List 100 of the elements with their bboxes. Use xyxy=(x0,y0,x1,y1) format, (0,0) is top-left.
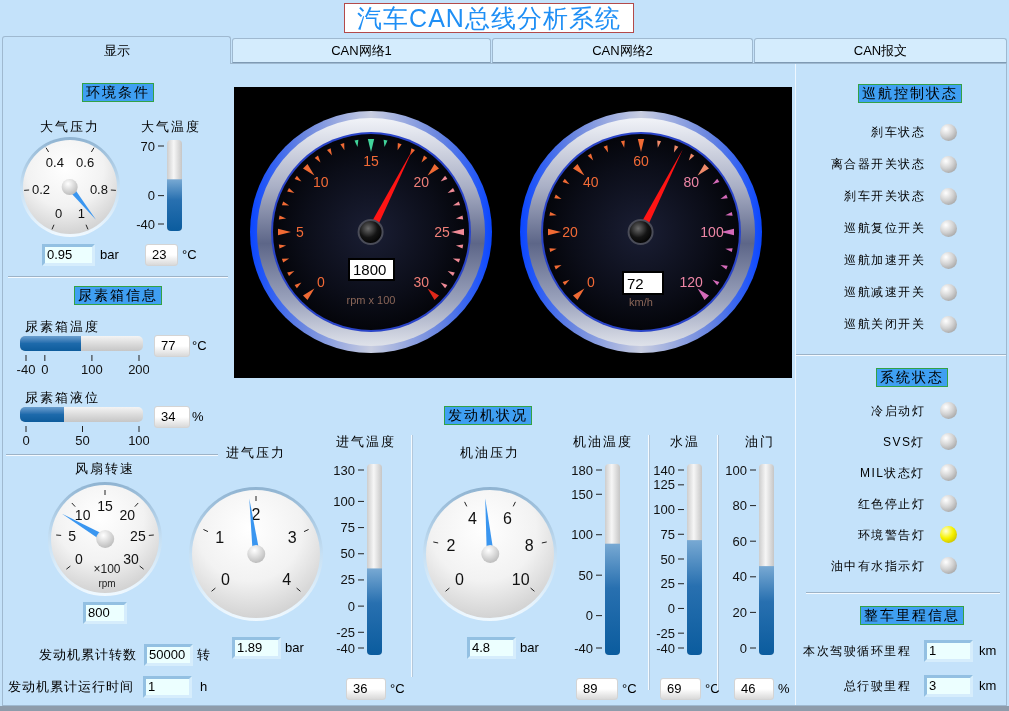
value-display: 23 xyxy=(145,244,178,266)
scale-label: 2 xyxy=(251,505,261,523)
unit-label: ×100 xyxy=(93,562,121,576)
scale-label: 50 xyxy=(75,432,90,446)
scale-label: 0.8 xyxy=(89,181,108,197)
scale-label: 100 xyxy=(653,502,675,518)
field-label: 发动机累计运行时间 xyxy=(7,679,134,695)
scale-label: 25 xyxy=(434,224,450,240)
scale-label: 5 xyxy=(68,528,76,545)
lamp-label: 红色停止灯 xyxy=(857,496,925,511)
tab[interactable]: CAN网络1 xyxy=(232,38,491,63)
scale-label: 8 xyxy=(524,537,534,555)
value-display: 34 xyxy=(154,406,190,428)
field-label: 总行驶里程 xyxy=(842,679,911,693)
scale-label: 0 xyxy=(147,188,155,204)
unit-label: °C xyxy=(390,681,405,697)
scale-label: -40 xyxy=(16,361,36,375)
unit-label: rpm x 100 xyxy=(346,294,396,306)
scale-label: 0 xyxy=(220,571,230,589)
scale-label: -40 xyxy=(574,640,593,656)
scale-label: 80 xyxy=(683,173,699,190)
value-display: 3 xyxy=(924,675,973,697)
value-display: 46 xyxy=(734,678,774,700)
value-display: 0.95 xyxy=(42,244,95,266)
lamp-label: 冷启动灯 xyxy=(871,403,925,418)
thermometer-label: 机油温度 xyxy=(573,435,633,449)
unit-label: h xyxy=(200,679,208,695)
unit-label: bar xyxy=(520,640,539,656)
scale-label: 10 xyxy=(313,173,329,190)
scale-label: -40 xyxy=(656,640,675,656)
scale-label: 6 xyxy=(503,509,512,527)
scale-label: 60 xyxy=(732,533,747,549)
unit-label: bar xyxy=(100,247,119,263)
thermometer-label: 水温 xyxy=(670,435,700,449)
scale-label: 50 xyxy=(578,567,593,583)
unit-label: bar xyxy=(285,640,304,656)
scale-label: 125 xyxy=(653,477,675,493)
scale-label: 80 xyxy=(732,498,747,514)
lamp-label: 巡航减速开关 xyxy=(844,285,925,299)
thermometer-label: 大气温度 xyxy=(141,120,201,134)
tab[interactable]: CAN网络2 xyxy=(492,38,753,63)
lamp-label: 巡航加速开关 xyxy=(844,253,925,267)
scale-label: 0 xyxy=(585,608,593,624)
scale-label: 0 xyxy=(454,571,464,589)
scale-label: 20 xyxy=(562,224,578,240)
scale-label: 0.2 xyxy=(32,181,51,197)
app-title: 汽车CAN总线分析系统 xyxy=(344,3,634,33)
scale-label: 130 xyxy=(333,462,355,478)
scale-label: 120 xyxy=(679,274,703,291)
scale-label: 100 xyxy=(725,462,747,478)
gauge-label: 风扇转速 xyxy=(75,462,135,476)
value-display: 69 xyxy=(660,678,701,700)
scale-label: -40 xyxy=(336,640,355,656)
unit-label: °C xyxy=(192,338,207,354)
scale-label: 15 xyxy=(363,153,379,169)
scale-label: 25 xyxy=(660,576,675,592)
lamp-label: SVS灯 xyxy=(883,434,925,449)
scale-label: 140 xyxy=(653,462,675,478)
lamp-label: 油中有水指示灯 xyxy=(830,558,925,573)
scale-label: 100 xyxy=(571,527,593,543)
thermometer-label: 进气温度 xyxy=(336,435,396,449)
scale-label: 25 xyxy=(340,572,355,588)
value-display: 77 xyxy=(154,335,190,357)
unit-label: 转 xyxy=(197,647,210,663)
lamp-label: 刹车开关状态 xyxy=(844,189,925,203)
scale-label: 180 xyxy=(571,462,593,478)
value-display: 1800 xyxy=(348,258,395,281)
value-display: 50000 xyxy=(144,644,193,666)
unit-label: km/h xyxy=(629,296,653,308)
bar-label: 尿素箱温度 xyxy=(25,320,100,334)
section-heading: 巡航控制状态 xyxy=(858,84,962,103)
scale-label: 200 xyxy=(128,361,149,375)
scale-label: 70 xyxy=(140,138,155,154)
scale-label: 40 xyxy=(583,173,599,190)
lamp-label: 离合器开关状态 xyxy=(830,157,925,171)
section-heading: 环境条件 xyxy=(81,83,154,102)
value-display: 89 xyxy=(576,678,618,700)
scale-label: 0 xyxy=(22,432,30,446)
scale-label: -40 xyxy=(136,216,155,232)
unit-label: °C xyxy=(182,247,197,263)
scale-label: 15 xyxy=(97,498,113,514)
scale-label: 10 xyxy=(74,506,91,523)
scale-label: 1 xyxy=(215,528,225,546)
scale-label: 20 xyxy=(732,604,747,620)
scale-label: 0.6 xyxy=(76,154,95,170)
value-display: 800 xyxy=(83,602,127,624)
value-display: 1 xyxy=(143,676,192,698)
gauge-label: 进气压力 xyxy=(226,446,286,460)
scale-label: 100 xyxy=(81,361,103,375)
scale-label: 40 xyxy=(732,569,747,585)
scale-label: 50 xyxy=(340,546,355,562)
scale-label: 60 xyxy=(633,153,649,169)
tab[interactable]: 显示 xyxy=(2,36,231,64)
tab[interactable]: CAN报文 xyxy=(754,38,1007,63)
scale-label: 0 xyxy=(347,598,355,614)
lamp-label: 巡航复位开关 xyxy=(844,221,925,235)
scale-label: 0 xyxy=(667,600,675,616)
scale-label: 100 xyxy=(128,432,149,446)
scale-label: 4 xyxy=(468,509,477,527)
unit-label: % xyxy=(192,409,204,425)
